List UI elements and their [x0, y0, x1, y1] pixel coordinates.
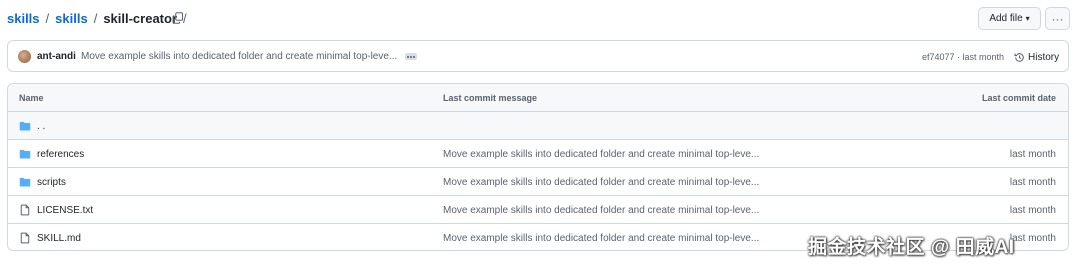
folder-icon: [19, 121, 31, 131]
latest-commit-bar: ant-andi Move example skills into dedica…: [7, 40, 1069, 72]
breadcrumb-current: skill-creator: [103, 11, 178, 26]
file-name-link[interactable]: scripts: [37, 177, 66, 188]
history-button[interactable]: History: [1014, 50, 1059, 64]
commit-message-link[interactable]: Move example skills into dedicated folde…: [443, 149, 759, 160]
breadcrumb: skills / skills / skill-creator /: [7, 11, 193, 26]
commit-author[interactable]: ant-andi: [37, 51, 76, 62]
more-options-button[interactable]: ···: [1045, 7, 1070, 30]
file-name-link[interactable]: LICENSE.txt: [37, 205, 93, 216]
table-header: Name Last commit message Last commit dat…: [8, 84, 1068, 112]
column-header-name: Name: [19, 93, 44, 103]
commit-message[interactable]: Move example skills into dedicated folde…: [81, 51, 397, 62]
column-header-date: Last commit date: [981, 93, 1056, 103]
expand-commit-button[interactable]: [405, 53, 417, 60]
file-icon: [20, 204, 30, 216]
parent-directory-row[interactable]: . .: [8, 112, 1068, 140]
add-file-label: Add file: [989, 13, 1023, 24]
ellipsis-icon: [407, 55, 409, 58]
file-name-link[interactable]: references: [37, 149, 84, 160]
commit-message-link[interactable]: Move example skills into dedicated folde…: [443, 205, 759, 216]
copy-icon: [172, 12, 184, 24]
column-header-message: Last commit message: [443, 93, 538, 103]
add-file-button[interactable]: Add file ▾: [978, 7, 1041, 30]
folder-icon: [19, 177, 31, 187]
breadcrumb-link-folder[interactable]: skills: [55, 11, 88, 26]
repo-header: skills / skills / skill-creator / Add fi…: [0, 0, 1080, 38]
history-label: History: [1028, 51, 1060, 63]
file-name-link[interactable]: SKILL.md: [37, 233, 81, 244]
copy-path-button[interactable]: [170, 9, 186, 27]
kebab-horizontal-icon: ···: [1051, 11, 1064, 26]
watermark: 掘金技术社区 @ 田威AI: [808, 237, 1015, 258]
history-icon: [1014, 52, 1024, 62]
file-icon: [20, 232, 30, 244]
breadcrumb-link-repo[interactable]: skills: [7, 11, 40, 26]
table-row[interactable]: LICENSE.txt Move example skills into ded…: [8, 196, 1068, 224]
commit-message-link[interactable]: Move example skills into dedicated folde…: [443, 233, 759, 244]
file-table: Name Last commit message Last commit dat…: [7, 83, 1069, 251]
chevron-down-icon: ▾: [1025, 14, 1030, 23]
parent-directory-link[interactable]: . .: [37, 121, 45, 132]
commit-date: last month: [1009, 149, 1056, 160]
commit-meta[interactable]: ef74077 · last month: [922, 52, 1004, 62]
commit-date: last month: [1009, 233, 1056, 244]
breadcrumb-separator: /: [93, 11, 98, 26]
table-row[interactable]: scripts Move example skills into dedicat…: [8, 168, 1068, 196]
commit-date: last month: [1009, 205, 1056, 216]
folder-icon: [19, 149, 31, 159]
commit-date: last month: [1009, 177, 1056, 188]
commit-message-link[interactable]: Move example skills into dedicated folde…: [443, 177, 759, 188]
table-row[interactable]: references Move example skills into dedi…: [8, 140, 1068, 168]
breadcrumb-separator: /: [45, 11, 50, 26]
avatar[interactable]: [18, 50, 31, 63]
